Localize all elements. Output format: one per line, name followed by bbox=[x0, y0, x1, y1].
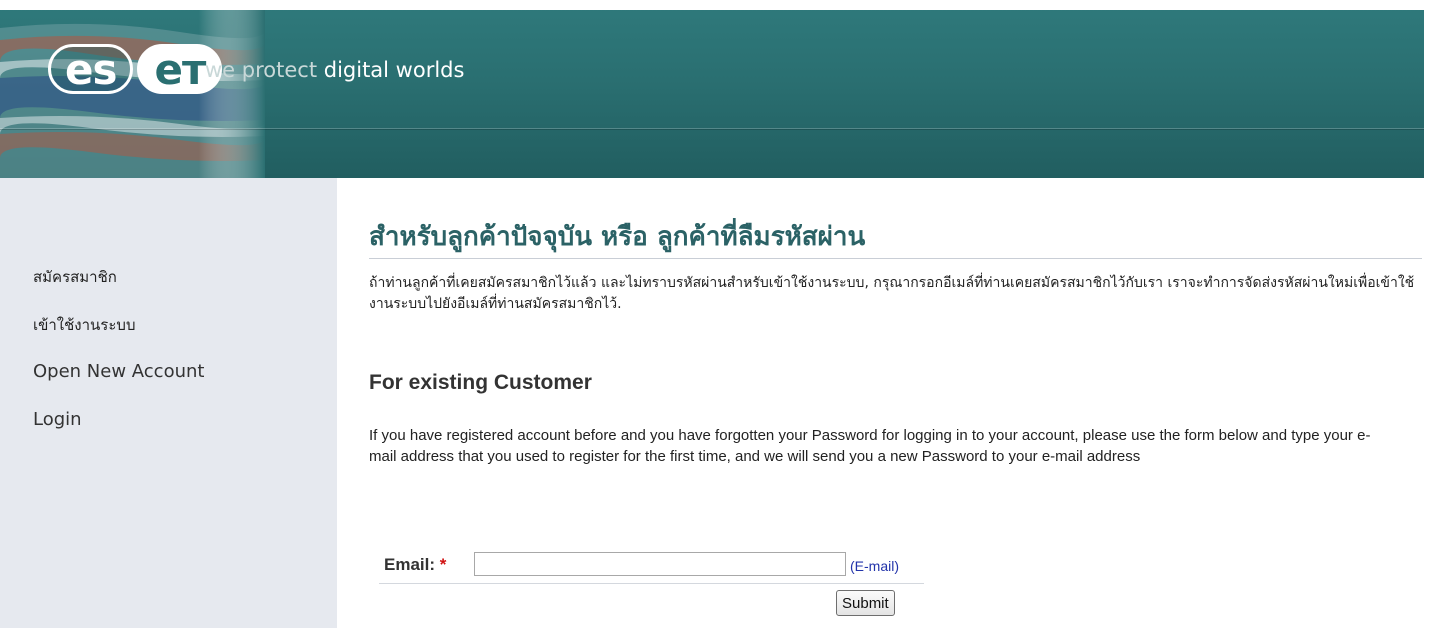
tagline-muted: we protect bbox=[205, 58, 318, 82]
email-hint: (E-mail) bbox=[850, 558, 899, 574]
intro-paragraph-th: ถ้าท่านลูกค้าที่เคยสมัครสมาชิกไว้แล้ว แล… bbox=[369, 275, 1415, 312]
submit-button[interactable]: Submit bbox=[836, 590, 895, 616]
sidebar-item-login[interactable]: Login bbox=[33, 409, 204, 457]
page-title-th: สำหรับลูกค้าปัจจุบัน หรือ ลูกค้าที่ลืมรห… bbox=[369, 222, 866, 252]
tagline-rest: digital worlds bbox=[317, 58, 465, 82]
email-row: Email: * (E-mail) bbox=[379, 551, 924, 584]
intro-paragraph-en: If you have registered account before an… bbox=[369, 427, 1371, 465]
sidebar-item-open-new-account[interactable]: Open New Account bbox=[33, 361, 204, 409]
logo-part-es: es bbox=[48, 44, 134, 94]
header-top-strip bbox=[0, 0, 1424, 10]
submit-row: Submit bbox=[379, 584, 924, 618]
email-input[interactable] bbox=[474, 552, 846, 576]
site-header: es eт we protect digital worlds bbox=[0, 0, 1424, 178]
header-divider-shadow bbox=[0, 129, 1424, 130]
title-divider bbox=[369, 258, 1422, 259]
forgot-password-form: Email: * (E-mail) Submit bbox=[379, 551, 924, 618]
page: es eт we protect digital worlds สมัครสมา… bbox=[0, 0, 1430, 628]
sidebar-item-register-th[interactable]: สมัครสมาชิก bbox=[33, 265, 204, 313]
sidebar-item-login-th[interactable]: เข้าใช้งานระบบ bbox=[33, 313, 204, 361]
sidebar: สมัครสมาชิก เข้าใช้งานระบบ Open New Acco… bbox=[0, 178, 337, 628]
email-label: Email: * bbox=[384, 555, 446, 575]
required-marker: * bbox=[439, 555, 447, 574]
section-title-existing-customer: For existing Customer bbox=[369, 371, 592, 394]
email-label-text: Email: bbox=[384, 555, 436, 574]
tagline: we protect digital worlds bbox=[205, 58, 464, 82]
eset-logo[interactable]: es eт bbox=[48, 44, 223, 94]
thai-flag-graphic bbox=[0, 10, 265, 178]
sidebar-nav: สมัครสมาชิก เข้าใช้งานระบบ Open New Acco… bbox=[33, 265, 204, 457]
